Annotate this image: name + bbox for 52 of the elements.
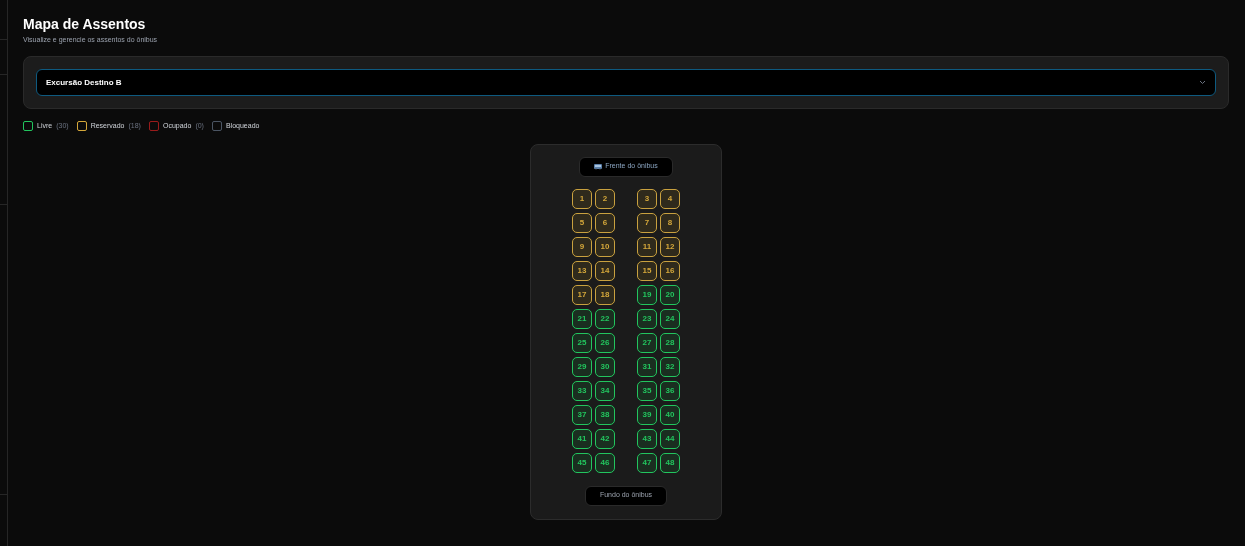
seat-button[interactable]: 3	[637, 188, 657, 209]
seat-button[interactable]: 5	[572, 212, 592, 233]
seat-button[interactable]: 44	[660, 428, 680, 449]
seat-button[interactable]: 27	[637, 332, 657, 353]
seat-button[interactable]: 41	[572, 428, 592, 449]
seat-button[interactable]: 14	[595, 260, 615, 281]
seat-button[interactable]: 48	[660, 452, 680, 473]
seat-button[interactable]: 7	[637, 212, 657, 233]
seat-button[interactable]: 15	[637, 260, 657, 281]
seat-button[interactable]: 4	[660, 188, 680, 209]
seat-button[interactable]: 10	[595, 236, 615, 257]
chevron-down-icon	[1199, 80, 1206, 85]
seat-button[interactable]: 42	[595, 428, 615, 449]
seat-button[interactable]: 36	[660, 380, 680, 401]
seat-button[interactable]: 33	[572, 380, 592, 401]
seat-button[interactable]: 46	[595, 452, 615, 473]
seat-button[interactable]: 45	[572, 452, 592, 473]
seat-button[interactable]: 16	[660, 260, 680, 281]
seat-button[interactable]: 9	[572, 236, 592, 257]
seat-button[interactable]: 26	[595, 332, 615, 353]
seat-button[interactable]: 19	[637, 284, 657, 305]
seat-button[interactable]: 29	[572, 356, 592, 377]
seat-button[interactable]: 2	[595, 188, 615, 209]
seat-button[interactable]: 21	[572, 308, 592, 329]
seat-button[interactable]: 13	[572, 260, 592, 281]
trip-select[interactable]: Excursão Destino B	[36, 69, 1216, 96]
seat-button[interactable]: 25	[572, 332, 592, 353]
bus-icon	[594, 163, 603, 170]
seat-button[interactable]: 11	[637, 236, 657, 257]
seat-button[interactable]: 24	[660, 308, 680, 329]
seat-button[interactable]: 37	[572, 404, 592, 425]
seat-button[interactable]: 1	[572, 188, 592, 209]
seat-button[interactable]: 20	[660, 284, 680, 305]
seat-button[interactable]: 47	[637, 452, 657, 473]
seat-button[interactable]: 39	[637, 404, 657, 425]
seat-button[interactable]: 31	[637, 356, 657, 377]
seat-button[interactable]: 40	[660, 404, 680, 425]
seat-button[interactable]: 34	[595, 380, 615, 401]
seat-button[interactable]: 12	[660, 236, 680, 257]
seat-button[interactable]: 23	[637, 308, 657, 329]
seat-button[interactable]: 35	[637, 380, 657, 401]
page-title: Mapa de Assentos	[23, 15, 147, 33]
seat-button[interactable]: 28	[660, 332, 680, 353]
seat-button[interactable]: 8	[660, 212, 680, 233]
seat-button[interactable]: 32	[660, 356, 680, 377]
seat-button[interactable]: 30	[595, 356, 615, 377]
seat-button[interactable]: 6	[595, 212, 615, 233]
seat-button[interactable]: 18	[595, 284, 615, 305]
seat-button[interactable]: 22	[595, 308, 615, 329]
seat-button[interactable]: 38	[595, 404, 615, 425]
seat-button[interactable]: 17	[572, 284, 592, 305]
seat-button[interactable]: 43	[637, 428, 657, 449]
